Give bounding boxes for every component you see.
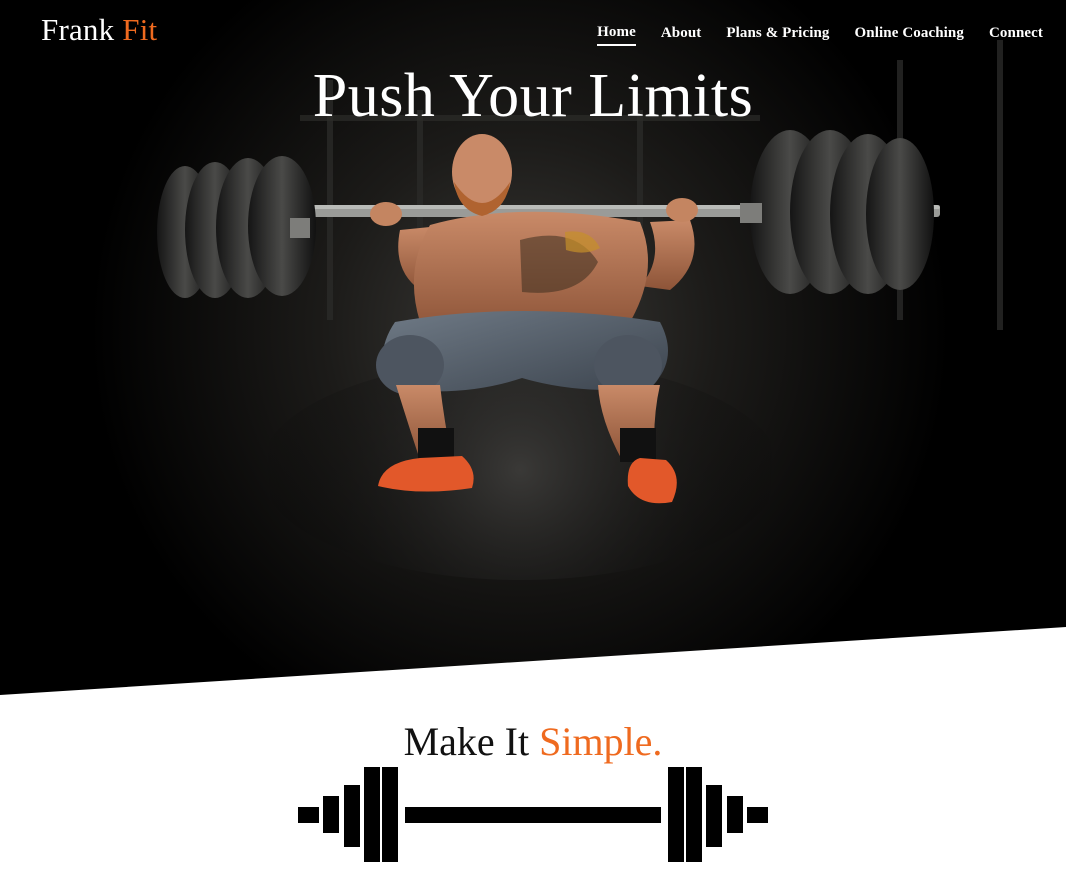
hero-section: Frank Fit Home About Plans & Pricing Onl… xyxy=(0,0,1066,700)
nav-connect[interactable]: Connect xyxy=(989,23,1043,45)
brand-name-accent: Fit xyxy=(122,12,158,47)
nav-plans-pricing[interactable]: Plans & Pricing xyxy=(726,23,829,45)
section-title-accent: Simple. xyxy=(539,719,663,764)
brand-logo[interactable]: Frank Fit xyxy=(41,12,157,48)
hero-title: Push Your Limits xyxy=(312,62,754,130)
barbell-icon xyxy=(298,767,768,862)
section-title-first: Make It xyxy=(403,719,530,764)
nav-about[interactable]: About xyxy=(661,23,702,45)
main-navigation: Home About Plans & Pricing Online Coachi… xyxy=(597,22,1043,46)
brand-name-first: Frank xyxy=(41,12,115,47)
nav-home[interactable]: Home xyxy=(597,22,636,46)
section-title: Make It Simple. xyxy=(0,718,1066,766)
nav-online-coaching[interactable]: Online Coaching xyxy=(855,23,964,45)
